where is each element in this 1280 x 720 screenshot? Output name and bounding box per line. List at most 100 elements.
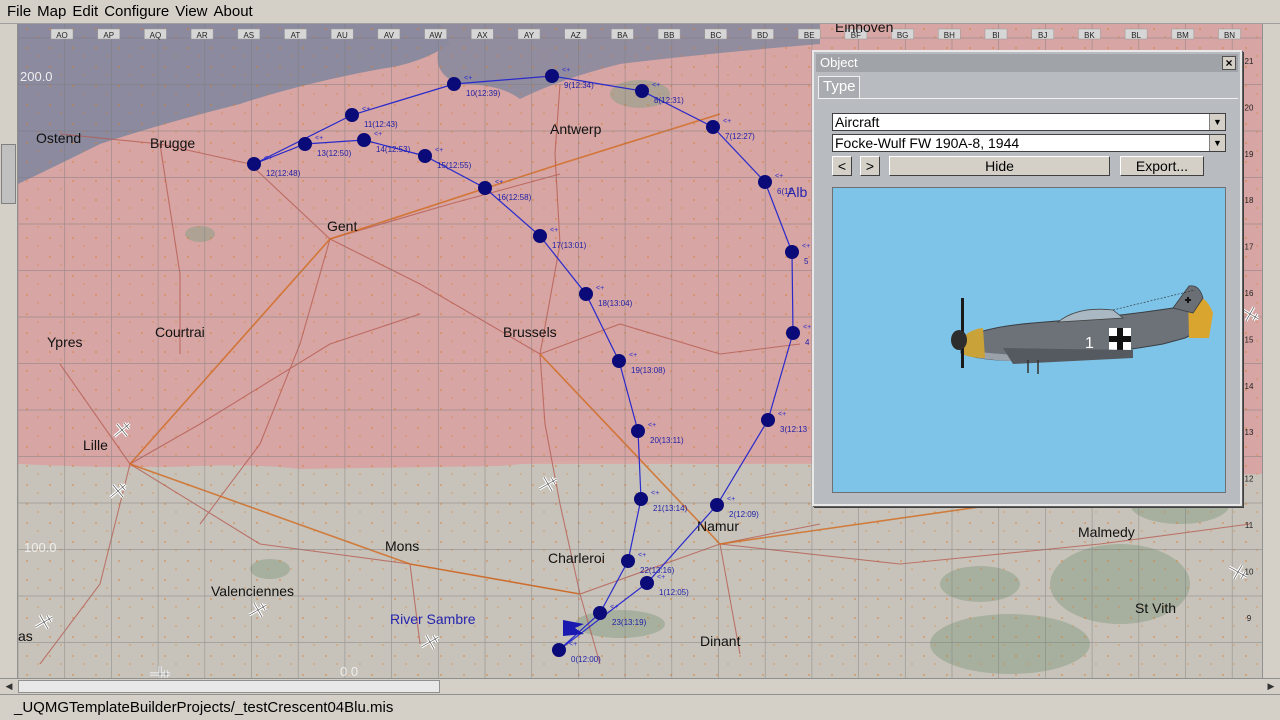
waypoint-arrow-marker: <+ bbox=[652, 82, 660, 89]
waypoint-arrow-marker: <+ bbox=[723, 118, 731, 125]
waypoint-label: 14(12:53) bbox=[376, 145, 411, 154]
grid-row-label: 13 bbox=[1245, 428, 1254, 437]
waypoint-marker[interactable] bbox=[612, 354, 626, 368]
hide-button[interactable]: Hide bbox=[889, 156, 1110, 176]
waypoint-arrow-marker: <+ bbox=[610, 604, 618, 611]
waypoint-arrow-marker: <+ bbox=[464, 75, 472, 82]
balkenkreuz-icon bbox=[1109, 328, 1131, 350]
waypoint-arrow-marker: <+ bbox=[778, 411, 786, 418]
export-button[interactable]: Export... bbox=[1120, 156, 1204, 176]
waypoint-marker[interactable] bbox=[634, 492, 648, 506]
category-select[interactable]: Aircraft ▼ bbox=[832, 113, 1226, 131]
waypoint-marker[interactable] bbox=[593, 606, 607, 620]
waypoint-arrow-marker: <+ bbox=[264, 155, 272, 162]
waypoint-marker[interactable] bbox=[710, 498, 724, 512]
menu-map[interactable]: Map bbox=[34, 0, 69, 24]
city-label: Lille bbox=[83, 437, 108, 453]
scroll-left-arrow-icon[interactable]: ◀ bbox=[1, 679, 17, 693]
grid-column-label: AX bbox=[477, 31, 488, 40]
menu-file[interactable]: File bbox=[4, 0, 34, 24]
menu-about[interactable]: About bbox=[211, 0, 256, 24]
menu-view[interactable]: View bbox=[172, 0, 210, 24]
aircraft-type-select[interactable]: Focke-Wulf FW 190A-8, 1944 ▼ bbox=[832, 134, 1226, 152]
waypoint-marker[interactable] bbox=[706, 120, 720, 134]
waypoint-label: 20(13:11) bbox=[650, 436, 684, 445]
city-label: Brugge bbox=[150, 135, 195, 151]
scrollbar-thumb[interactable] bbox=[1, 144, 16, 204]
grid-column-label: BJ bbox=[1038, 31, 1047, 40]
waypoint-label: 2(12:09) bbox=[729, 510, 759, 519]
waypoint-marker[interactable] bbox=[640, 576, 654, 590]
grid-column-label: BA bbox=[617, 31, 628, 40]
city-label: Gent bbox=[327, 218, 357, 234]
grid-column-label: AR bbox=[197, 31, 208, 40]
waypoint-marker[interactable] bbox=[545, 69, 559, 83]
grid-row-label: 14 bbox=[1245, 382, 1254, 391]
waypoint-arrow-marker: <+ bbox=[362, 106, 370, 113]
grid-column-label: BI bbox=[992, 31, 1000, 40]
grid-row-label: 11 bbox=[1245, 521, 1254, 530]
waypoint-marker[interactable] bbox=[552, 643, 566, 657]
waypoint-arrow-marker: <+ bbox=[315, 135, 323, 142]
waypoint-label: 21(13:14) bbox=[653, 504, 688, 513]
panel-body: Aircraft ▼ Focke-Wulf FW 190A-8, 1944 ▼ … bbox=[818, 98, 1238, 502]
waypoint-label: 7(12:27) bbox=[725, 132, 755, 141]
grid-row-label: 15 bbox=[1245, 335, 1254, 344]
scroll-right-arrow-icon[interactable]: ▶ bbox=[1263, 679, 1279, 693]
prev-button[interactable]: < bbox=[832, 156, 852, 176]
grid-row-label: 18 bbox=[1245, 196, 1254, 205]
altitude-label-200: 200.0 bbox=[20, 69, 53, 84]
waypoint-marker[interactable] bbox=[298, 137, 312, 151]
waypoint-marker[interactable] bbox=[418, 149, 432, 163]
waypoint-marker[interactable] bbox=[357, 133, 371, 147]
waypoint-label: 15(12:55) bbox=[437, 161, 472, 170]
horizontal-scrollbar[interactable]: ◀ ▶ bbox=[0, 678, 1280, 694]
object-panel: Object × Type Aircraft ▼ Focke-Wulf FW 1… bbox=[812, 50, 1242, 506]
waypoint-marker[interactable] bbox=[447, 77, 461, 91]
waypoint-label: 9(12:34) bbox=[564, 81, 594, 90]
panel-titlebar[interactable]: Object × bbox=[816, 54, 1238, 72]
waypoint-marker[interactable] bbox=[579, 287, 593, 301]
waypoint-marker[interactable] bbox=[785, 245, 799, 259]
waypoint-marker[interactable] bbox=[761, 413, 775, 427]
city-label: Einhoven bbox=[835, 24, 893, 35]
waypoint-marker[interactable] bbox=[247, 157, 261, 171]
city-label: Dinant bbox=[700, 633, 741, 649]
city-label: as bbox=[18, 628, 33, 644]
dropdown-arrow-icon[interactable]: ▼ bbox=[1209, 114, 1225, 130]
grid-row-label: 21 bbox=[1245, 57, 1254, 66]
grid-column-label: AZ bbox=[571, 31, 581, 40]
close-icon[interactable]: × bbox=[1222, 56, 1236, 70]
menu-configure[interactable]: Configure bbox=[101, 0, 172, 24]
tab-type[interactable]: Type bbox=[818, 76, 860, 98]
waypoint-arrow-marker: <+ bbox=[803, 324, 811, 331]
waypoint-arrow-marker: <+ bbox=[727, 496, 735, 503]
waypoint-marker[interactable] bbox=[345, 108, 359, 122]
grid-row-label: 9 bbox=[1247, 614, 1252, 623]
waypoint-arrow-marker: <+ bbox=[569, 641, 577, 648]
waypoint-arrow-marker: <+ bbox=[648, 422, 656, 429]
grid-column-label: BL bbox=[1131, 31, 1141, 40]
grid-column-label: AP bbox=[103, 31, 114, 40]
waypoint-marker[interactable] bbox=[786, 326, 800, 340]
waypoint-marker[interactable] bbox=[533, 229, 547, 243]
dropdown-arrow-icon[interactable]: ▼ bbox=[1209, 135, 1225, 151]
city-label: Mons bbox=[385, 538, 419, 554]
grid-column-label: AW bbox=[429, 31, 442, 40]
grid-column-label: AY bbox=[524, 31, 535, 40]
waypoint-marker[interactable] bbox=[758, 175, 772, 189]
scrollbar-thumb[interactable] bbox=[18, 680, 440, 693]
waypoint-marker[interactable] bbox=[635, 84, 649, 98]
waypoint-marker[interactable] bbox=[478, 181, 492, 195]
city-label: St Vith bbox=[1135, 600, 1176, 616]
next-button[interactable]: > bbox=[860, 156, 880, 176]
vertical-scrollbar-right[interactable] bbox=[1262, 24, 1280, 680]
waypoint-marker[interactable] bbox=[621, 554, 635, 568]
category-value: Aircraft bbox=[835, 114, 880, 130]
vertical-scrollbar-left[interactable] bbox=[0, 24, 18, 680]
waypoint-marker[interactable] bbox=[631, 424, 645, 438]
river-label: River Sambre bbox=[390, 611, 476, 627]
menu-edit[interactable]: Edit bbox=[69, 0, 101, 24]
grid-row-label: 19 bbox=[1245, 150, 1254, 159]
waypoint-label: 6(12 bbox=[777, 187, 794, 196]
